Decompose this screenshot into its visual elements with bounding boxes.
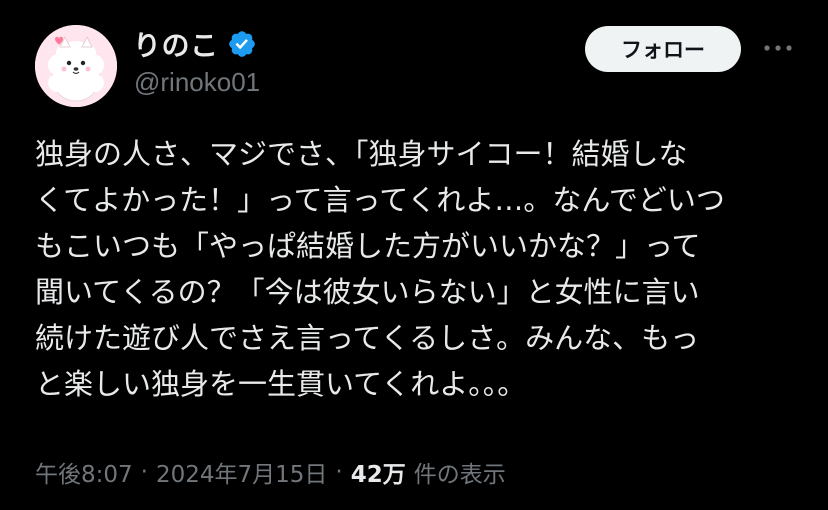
tweet-text-line: 独身の人さ、マジでさ、「独身サイコー！結婚しな: [35, 137, 688, 171]
more-options-button[interactable]: [758, 36, 798, 60]
views-count[interactable]: 42万: [351, 455, 406, 489]
tweet-metadata: 午後8:07 · 2024年7月15日 · 42万 件の表示: [35, 455, 506, 489]
avatar[interactable]: [35, 25, 117, 107]
tweet-text: 独身の人さ、マジでさ、「独身サイコー！結婚しな くてよかった！」って言ってくれよ…: [35, 131, 805, 407]
tweet-text-line: と楽しい独身を一生貫いてくれよ。。。: [35, 367, 527, 401]
follow-button[interactable]: フォロー: [585, 26, 741, 72]
more-horizontal-icon: [764, 45, 792, 51]
display-name[interactable]: りのこ: [133, 24, 219, 64]
tweet-text-line: もこいつも「やっぱ結婚した方がいいかな？」って: [35, 229, 701, 263]
separator-dot: ·: [335, 459, 343, 485]
tweet-text-line: くてよかった！」って言ってくれよ…。なんでどいつ: [35, 183, 725, 217]
user-handle[interactable]: @rinoko01: [134, 67, 260, 98]
tweet-time[interactable]: 午後8:07: [35, 455, 133, 489]
fluffy-dog-avatar-icon: [35, 25, 117, 107]
separator-dot: ·: [140, 459, 148, 485]
tweet-card: りのこ @rinoko01 フォロー 独身の人さ、マジでさ、「独身サイコー！結婚…: [0, 0, 828, 510]
author-name-row[interactable]: りのこ: [133, 26, 257, 62]
tweet-date[interactable]: 2024年7月15日: [156, 455, 327, 489]
tweet-text-line: 続けた遊び人でさえ言ってくるしさ。みんな、もっ: [35, 321, 700, 355]
verified-badge-icon: [227, 29, 257, 59]
tweet-text-line: 聞いてくるの？「今は彼女いらない」と女性に言い: [35, 275, 700, 309]
views-label[interactable]: 件の表示: [414, 455, 506, 489]
